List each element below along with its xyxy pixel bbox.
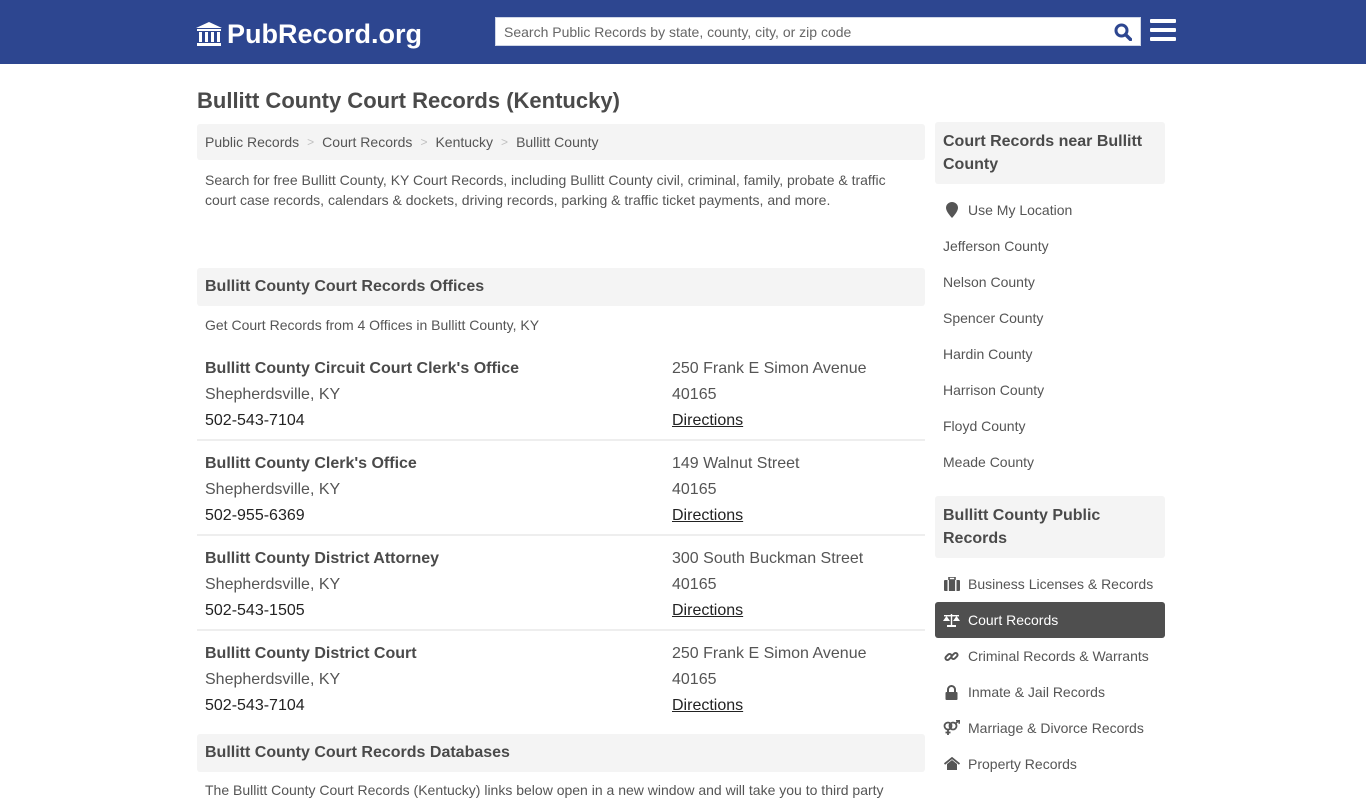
directions-link[interactable]: Directions — [672, 507, 743, 524]
offices-heading: Bullitt County Court Records Offices — [197, 268, 925, 306]
intro-text: Search for free Bullitt County, KY Court… — [205, 172, 886, 208]
sidebar: Court Records near Bullitt County Use My… — [935, 122, 1165, 782]
courthouse-icon — [196, 22, 222, 46]
sidebar-item-label: Marriage & Divorce Records — [968, 720, 1144, 736]
breadcrumb-bullitt-county[interactable]: Bullitt County — [516, 134, 598, 150]
sidebar-item-label: Business Licenses & Records — [968, 576, 1154, 592]
menu-bar — [1150, 37, 1176, 41]
sidebar-item-criminal-records[interactable]: Criminal Records & Warrants — [935, 638, 1165, 674]
use-my-location-label: Use My Location — [968, 202, 1073, 218]
directions-link[interactable]: Directions — [672, 602, 743, 619]
logo-text: PubRecord.org — [227, 18, 423, 49]
search-input[interactable] — [496, 18, 1106, 45]
office-item: Bullitt County District Attorney Shepher… — [197, 536, 925, 631]
office-phone[interactable]: 502-543-7104 — [205, 693, 672, 719]
directions-link[interactable]: Directions — [672, 697, 743, 714]
nearby-heading: Court Records near Bullitt County — [935, 122, 1165, 184]
menu-bar — [1150, 19, 1176, 23]
sidebar-item-business-licenses[interactable]: Business Licenses & Records — [935, 566, 1165, 602]
office-address: 149 Walnut Street — [672, 455, 800, 472]
public-records-list: Business Licenses & Records Court Record… — [935, 558, 1165, 782]
databases-heading: Bullitt County Court Records Databases — [197, 734, 925, 772]
hamburger-menu-button[interactable] — [1150, 19, 1176, 41]
site-header: PubRecord.org — [0, 0, 1366, 64]
office-item: Bullitt County Circuit Court Clerk's Off… — [197, 346, 925, 441]
office-city: Shepherdsville, KY — [205, 386, 341, 403]
office-city: Shepherdsville, KY — [205, 576, 341, 593]
breadcrumb-separator: > — [420, 135, 428, 149]
office-zip: 40165 — [672, 576, 717, 593]
office-name[interactable]: Bullitt County Clerk's Office — [205, 451, 672, 477]
nearby-county-link[interactable]: Meade County — [935, 444, 1165, 480]
breadcrumb-separator: > — [307, 135, 315, 149]
main-content: Public Records > Court Records > Kentuck… — [197, 124, 925, 808]
sidebar-item-label: Inmate & Jail Records — [968, 684, 1105, 700]
link-icon — [943, 648, 960, 664]
breadcrumb: Public Records > Court Records > Kentuck… — [197, 124, 925, 160]
office-zip: 40165 — [672, 671, 717, 688]
breadcrumb-public-records[interactable]: Public Records — [205, 134, 299, 150]
office-zip: 40165 — [672, 481, 717, 498]
databases-text: The Bullitt County Court Records (Kentuc… — [205, 782, 884, 798]
nearby-county-link[interactable]: Hardin County — [935, 336, 1165, 372]
briefcase-icon — [943, 576, 960, 592]
nearby-county-link[interactable]: Spencer County — [935, 300, 1165, 336]
menu-bar — [1150, 28, 1176, 32]
office-phone[interactable]: 502-543-1505 — [205, 598, 672, 624]
venus-mars-icon — [943, 720, 960, 736]
map-marker-icon — [943, 202, 960, 218]
search-icon — [1114, 23, 1132, 41]
sidebar-item-inmate-records[interactable]: Inmate & Jail Records — [935, 674, 1165, 710]
sidebar-item-label: Property Records — [968, 756, 1077, 772]
nearby-county-link[interactable]: Jefferson County — [935, 228, 1165, 264]
office-zip: 40165 — [672, 386, 717, 403]
breadcrumb-kentucky[interactable]: Kentucky — [435, 134, 493, 150]
office-address: 250 Frank E Simon Avenue — [672, 360, 867, 377]
office-item: Bullitt County Clerk's Office Shepherdsv… — [197, 441, 925, 536]
site-logo[interactable]: PubRecord.org — [195, 18, 422, 50]
offices-list: Bullitt County Circuit Court Clerk's Off… — [197, 346, 925, 726]
lock-icon — [943, 684, 960, 700]
nearby-county-link[interactable]: Floyd County — [935, 408, 1165, 444]
use-my-location-link[interactable]: Use My Location — [935, 192, 1165, 228]
nearby-county-link[interactable]: Harrison County — [935, 372, 1165, 408]
public-records-heading: Bullitt County Public Records — [935, 496, 1165, 558]
balance-scale-icon — [943, 612, 960, 628]
page-title: Bullitt County Court Records (Kentucky) — [197, 88, 620, 113]
breadcrumb-court-records[interactable]: Court Records — [322, 134, 412, 150]
search-bar — [495, 17, 1141, 46]
office-item: Bullitt County District Court Shepherdsv… — [197, 631, 925, 726]
sidebar-item-label: Court Records — [968, 612, 1059, 628]
sidebar-item-marriage-records[interactable]: Marriage & Divorce Records — [935, 710, 1165, 746]
breadcrumb-separator: > — [501, 135, 509, 149]
sidebar-item-property-records[interactable]: Property Records — [935, 746, 1165, 782]
sidebar-item-court-records[interactable]: Court Records — [935, 602, 1165, 638]
nearby-county-link[interactable]: Nelson County — [935, 264, 1165, 300]
office-name[interactable]: Bullitt County District Attorney — [205, 546, 672, 572]
directions-link[interactable]: Directions — [672, 412, 743, 429]
sidebar-item-label: Criminal Records & Warrants — [968, 648, 1149, 664]
offices-subtitle: Get Court Records from 4 Offices in Bull… — [205, 317, 540, 333]
office-city: Shepherdsville, KY — [205, 671, 341, 688]
nearby-list: Use My Location Jefferson County Nelson … — [935, 184, 1165, 480]
office-name[interactable]: Bullitt County Circuit Court Clerk's Off… — [205, 356, 672, 382]
home-icon — [943, 756, 960, 772]
office-address: 300 South Buckman Street — [672, 550, 864, 567]
search-button[interactable] — [1106, 18, 1140, 45]
office-city: Shepherdsville, KY — [205, 481, 341, 498]
office-name[interactable]: Bullitt County District Court — [205, 641, 672, 667]
office-phone[interactable]: 502-955-6369 — [205, 503, 672, 529]
office-phone[interactable]: 502-543-7104 — [205, 408, 672, 434]
office-address: 250 Frank E Simon Avenue — [672, 645, 867, 662]
